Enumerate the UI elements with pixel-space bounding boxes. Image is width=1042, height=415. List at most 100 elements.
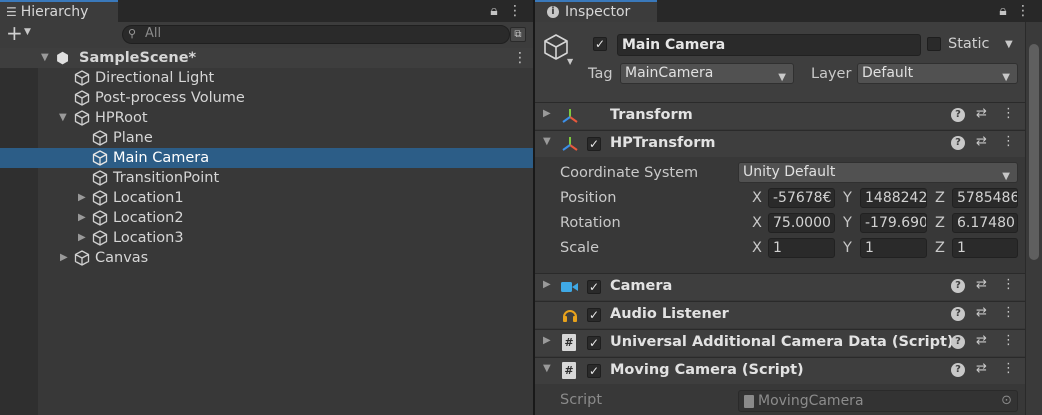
script-object-field[interactable]: MovingCamera ⊙ bbox=[738, 390, 1018, 412]
preset-sliders-icon[interactable]: ⇄ bbox=[976, 305, 987, 320]
component-kebab-icon[interactable]: ⋮ bbox=[1002, 333, 1015, 348]
position-z-field[interactable]: 5785486 bbox=[952, 188, 1018, 208]
hierarchy-item-plane[interactable]: Plane bbox=[0, 128, 533, 148]
fold-closed-icon[interactable]: ▶ bbox=[60, 248, 68, 268]
fold-closed-icon[interactable]: ▶ bbox=[543, 335, 551, 346]
static-dropdown-arrow-icon[interactable]: ▼ bbox=[1005, 39, 1013, 50]
kebab-menu-icon[interactable]: ⋮ bbox=[1015, 3, 1031, 19]
fold-closed-icon[interactable]: ▶ bbox=[78, 188, 86, 208]
tab-inspector[interactable]: i Inspector bbox=[535, 0, 657, 22]
component-enabled-checkbox[interactable]: ✓ bbox=[587, 308, 601, 322]
rotation-x-label[interactable]: X bbox=[752, 215, 762, 231]
static-checkbox[interactable] bbox=[927, 37, 941, 51]
search-field[interactable]: ⚲ All bbox=[122, 25, 510, 44]
component-title: Transform bbox=[610, 107, 693, 123]
component-kebab-icon[interactable]: ⋮ bbox=[1002, 361, 1015, 376]
kebab-menu-icon[interactable]: ⋮ bbox=[507, 3, 523, 19]
lock-icon[interactable]: 🔒︎ bbox=[995, 3, 1011, 19]
preset-sliders-icon[interactable]: ⇄ bbox=[976, 106, 987, 121]
position-z-label[interactable]: Z bbox=[935, 190, 945, 206]
scene-row[interactable]: ▼ ⬢ SampleScene* ⋮ bbox=[0, 48, 533, 68]
scale-z-field[interactable]: 1 bbox=[952, 238, 1018, 258]
rotation-x-field[interactable]: 75.0000 bbox=[768, 213, 835, 233]
gameobject-cube-icon bbox=[92, 170, 108, 186]
fold-closed-icon[interactable]: ▶ bbox=[78, 208, 86, 228]
help-icon[interactable]: ? bbox=[951, 363, 965, 377]
component-title: Audio Listener bbox=[610, 306, 729, 322]
component-audio-listener[interactable]: ✓ Audio Listener ? ⇄ ⋮ bbox=[535, 301, 1025, 328]
preset-sliders-icon[interactable]: ⇄ bbox=[976, 277, 987, 292]
hierarchy-item-location3[interactable]: ▶ Location3 bbox=[0, 228, 533, 248]
search-options-icon[interactable]: ⧉ bbox=[510, 27, 526, 42]
component-universal-additional-camera-data[interactable]: ▶ # ✓ Universal Additional Camera Data (… bbox=[535, 329, 1025, 356]
add-button[interactable]: + ▼ bbox=[6, 21, 40, 45]
position-x-field[interactable]: -57678€ bbox=[768, 188, 835, 208]
scene-kebab-icon[interactable]: ⋮ bbox=[513, 48, 527, 68]
gameobject-cube-icon bbox=[74, 110, 90, 126]
inspector-scrollbar-track[interactable] bbox=[1025, 22, 1042, 415]
hierarchy-item-hproot[interactable]: ▼ HPRoot bbox=[0, 108, 533, 128]
object-picker-icon[interactable]: ⊙ bbox=[1001, 391, 1012, 410]
inspector-scrollbar-thumb[interactable] bbox=[1029, 44, 1039, 260]
help-icon[interactable]: ? bbox=[951, 335, 965, 349]
preset-sliders-icon[interactable]: ⇄ bbox=[976, 134, 987, 149]
lock-icon[interactable]: 🔒︎ bbox=[486, 3, 502, 19]
active-checkbox[interactable]: ✓ bbox=[593, 37, 607, 51]
component-enabled-checkbox[interactable]: ✓ bbox=[587, 364, 601, 378]
hierarchy-item-main-camera[interactable]: Main Camera bbox=[0, 148, 533, 168]
scale-y-label[interactable]: Y bbox=[843, 240, 852, 256]
fold-closed-icon[interactable]: ▶ bbox=[543, 108, 551, 119]
hierarchy-item-label: Location2 bbox=[113, 210, 184, 226]
fold-open-icon[interactable]: ▼ bbox=[543, 136, 551, 147]
component-enabled-checkbox[interactable]: ✓ bbox=[587, 137, 601, 151]
component-enabled-checkbox[interactable]: ✓ bbox=[587, 336, 601, 350]
search-placeholder: All bbox=[145, 26, 162, 41]
gameobject-cube-icon bbox=[74, 250, 90, 266]
tab-hierarchy[interactable]: ☰ Hierarchy bbox=[0, 0, 118, 22]
component-kebab-icon[interactable]: ⋮ bbox=[1002, 134, 1015, 149]
position-y-label[interactable]: Y bbox=[843, 190, 852, 206]
help-icon[interactable]: ? bbox=[951, 279, 965, 293]
hierarchy-item-directional-light[interactable]: Directional Light bbox=[0, 68, 533, 88]
help-icon[interactable]: ? bbox=[951, 108, 965, 122]
fold-open-icon[interactable]: ▼ bbox=[59, 108, 67, 128]
help-icon[interactable]: ? bbox=[951, 307, 965, 321]
layer-dropdown[interactable]: Default ▼ bbox=[857, 63, 1018, 84]
hierarchy-item-location1[interactable]: ▶ Location1 bbox=[0, 188, 533, 208]
component-hptransform[interactable]: ▼ ✓ HPTransform ? ⇄ ⋮ bbox=[535, 130, 1025, 157]
hierarchy-item-location2[interactable]: ▶ Location2 bbox=[0, 208, 533, 228]
position-y-field[interactable]: 1488242 bbox=[860, 188, 927, 208]
component-camera[interactable]: ▶ ✓ Camera ? ⇄ ⋮ bbox=[535, 273, 1025, 300]
rotation-z-field[interactable]: 6.17480 bbox=[952, 213, 1018, 233]
component-enabled-checkbox[interactable]: ✓ bbox=[587, 280, 601, 294]
component-kebab-icon[interactable]: ⋮ bbox=[1002, 305, 1015, 320]
rotation-y-label[interactable]: Y bbox=[843, 215, 852, 231]
icon-dropdown-arrow-icon[interactable]: ▼ bbox=[567, 57, 573, 66]
help-icon[interactable]: ? bbox=[951, 136, 965, 150]
tag-dropdown[interactable]: MainCamera ▼ bbox=[620, 63, 794, 84]
preset-sliders-icon[interactable]: ⇄ bbox=[976, 361, 987, 376]
component-kebab-icon[interactable]: ⋮ bbox=[1002, 277, 1015, 292]
scale-x-field[interactable]: 1 bbox=[768, 238, 835, 258]
scale-x-label[interactable]: X bbox=[752, 240, 762, 256]
component-moving-camera[interactable]: ▼ # ✓ Moving Camera (Script) ? ⇄ ⋮ bbox=[535, 357, 1025, 384]
fold-open-icon[interactable]: ▼ bbox=[543, 363, 551, 374]
fold-closed-icon[interactable]: ▶ bbox=[78, 228, 86, 248]
chevron-down-icon: ▼ bbox=[1002, 171, 1010, 182]
hierarchy-item-transitionpoint[interactable]: TransitionPoint bbox=[0, 168, 533, 188]
scale-y-field[interactable]: 1 bbox=[860, 238, 927, 258]
fold-open-icon[interactable]: ▼ bbox=[41, 48, 49, 68]
rotation-y-field[interactable]: -179.690 bbox=[860, 213, 927, 233]
coordinate-system-dropdown[interactable]: Unity Default ▼ bbox=[738, 162, 1018, 183]
position-x-label[interactable]: X bbox=[752, 190, 762, 206]
hierarchy-item-canvas[interactable]: ▶ Canvas bbox=[0, 248, 533, 268]
component-transform[interactable]: ▶ Transform ? ⇄ ⋮ bbox=[535, 102, 1025, 129]
search-icon: ⚲ bbox=[128, 27, 137, 40]
fold-closed-icon[interactable]: ▶ bbox=[543, 279, 551, 290]
preset-sliders-icon[interactable]: ⇄ bbox=[976, 333, 987, 348]
rotation-z-label[interactable]: Z bbox=[935, 215, 945, 231]
object-name-field[interactable]: Main Camera bbox=[617, 34, 921, 56]
scale-z-label[interactable]: Z bbox=[935, 240, 945, 256]
component-kebab-icon[interactable]: ⋮ bbox=[1002, 106, 1015, 121]
hierarchy-item-post-process-volume[interactable]: Post-process Volume bbox=[0, 88, 533, 108]
